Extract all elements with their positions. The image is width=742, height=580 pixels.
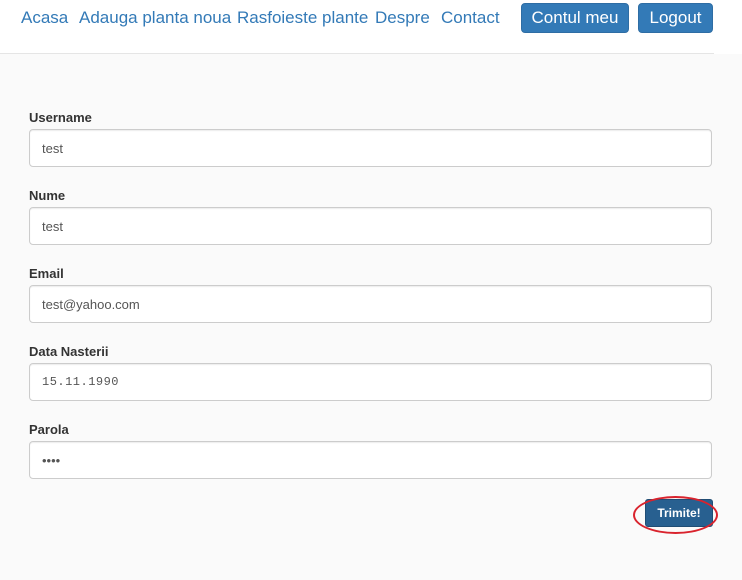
nav-link-contact[interactable]: Contact — [441, 8, 500, 28]
account-button[interactable]: Contul meu — [521, 3, 629, 33]
birthdate-label: Data Nasterii — [29, 344, 109, 359]
username-label: Username — [29, 110, 92, 125]
username-input[interactable] — [29, 129, 712, 167]
nav-link-despre[interactable]: Despre — [375, 8, 430, 28]
nume-label: Nume — [29, 188, 66, 203]
logout-button[interactable]: Logout — [638, 3, 713, 33]
nav-link-rasfoieste-plante[interactable]: Rasfoieste plante — [237, 8, 368, 28]
password-input[interactable] — [29, 441, 712, 479]
nav-link-adauga-planta[interactable]: Adauga planta noua — [79, 8, 231, 28]
password-label: Parola — [29, 422, 69, 437]
nav-link-acasa[interactable]: Acasa — [21, 8, 68, 28]
submit-button[interactable]: Trimite! — [645, 499, 713, 527]
email-label: Email — [29, 266, 64, 281]
birthdate-input[interactable] — [29, 363, 712, 401]
email-input[interactable] — [29, 285, 712, 323]
top-navbar: Acasa Adauga planta noua Rasfoieste plan… — [0, 0, 742, 54]
nume-input[interactable] — [29, 207, 712, 245]
